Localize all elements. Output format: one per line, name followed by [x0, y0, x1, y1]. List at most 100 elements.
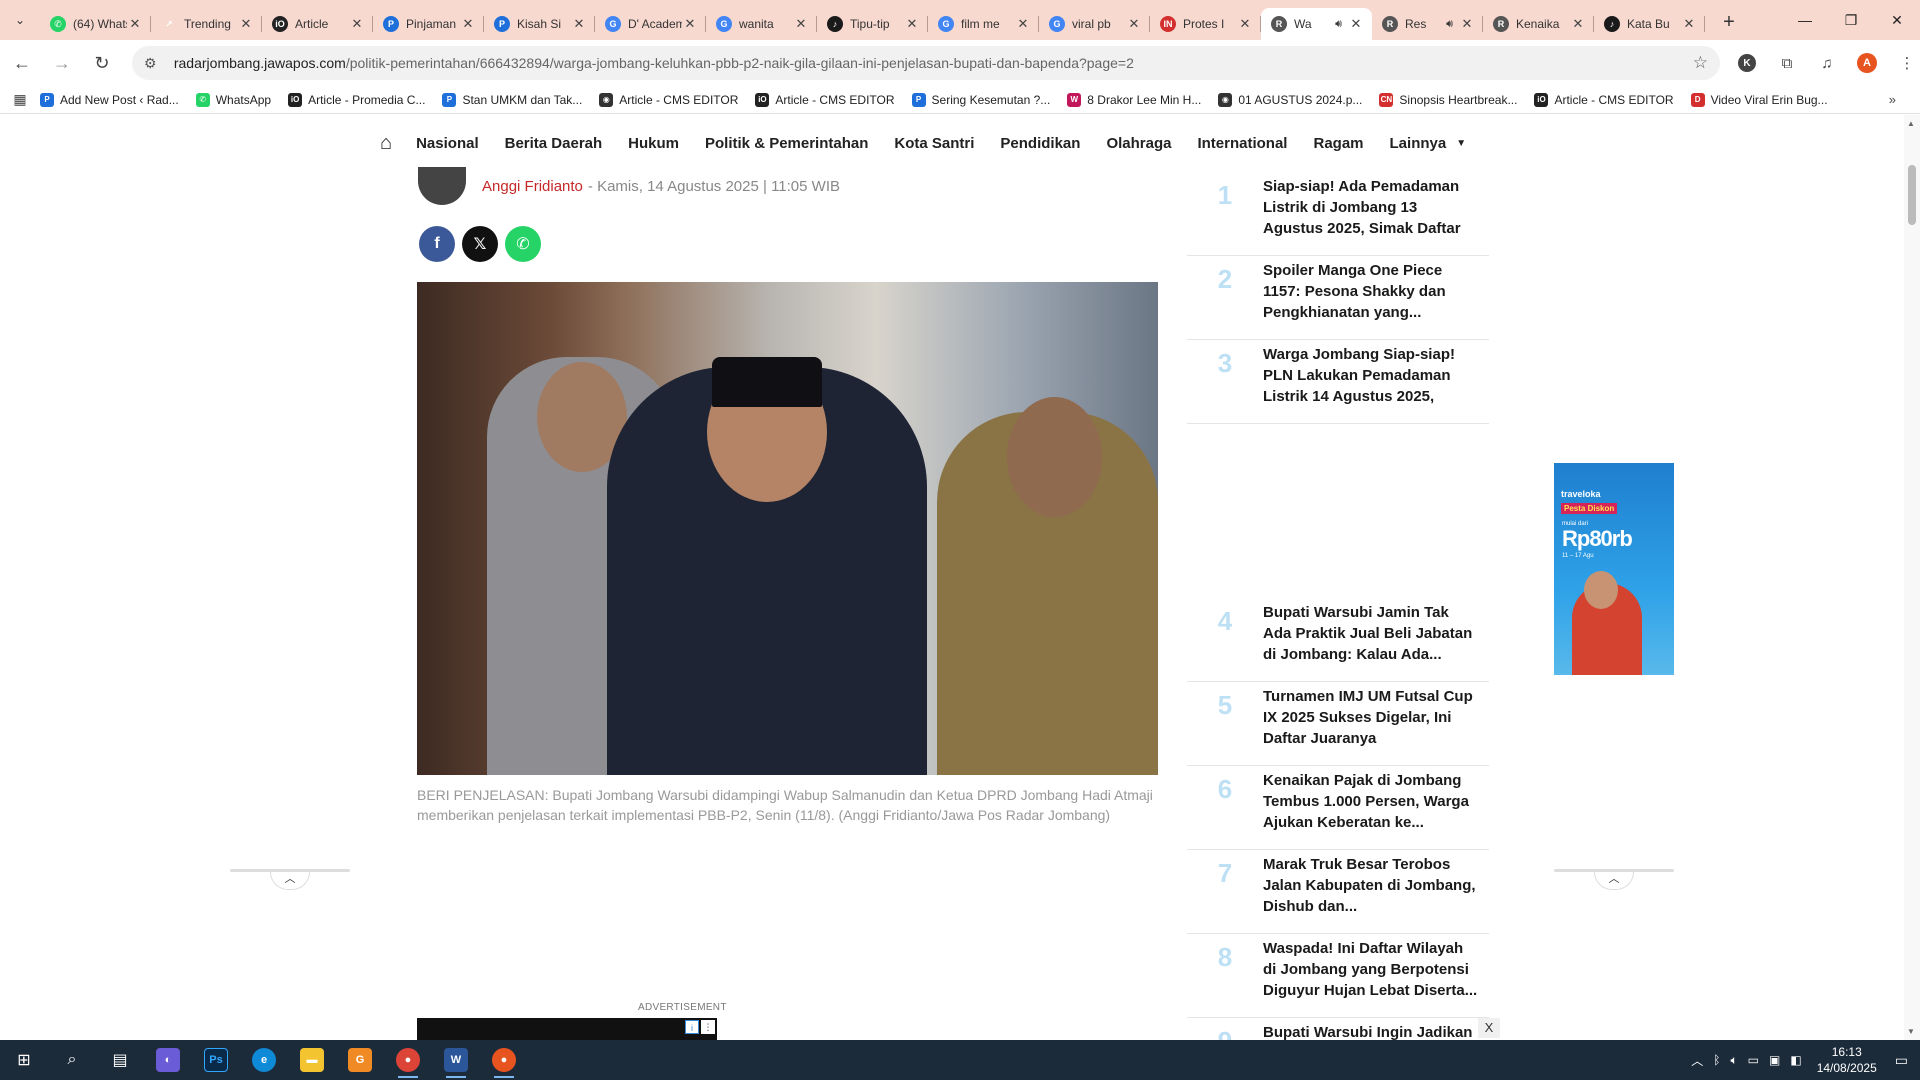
nav-item[interactable]: Ragam [1313, 135, 1363, 152]
close-window-button[interactable]: ✕ [1874, 0, 1920, 40]
meet-icon[interactable]: ◧ [1790, 1053, 1801, 1067]
bookmark-item[interactable]: D Video Viral Erin Bug... [1690, 92, 1828, 107]
popular-title[interactable]: Spoiler Manga One Piece 1157: Pesona Sha… [1263, 260, 1479, 323]
browser-tab[interactable]: R Kenaika ✕ [1483, 8, 1594, 40]
media-control-icon[interactable]: ♫ [1814, 50, 1840, 76]
browser-tab[interactable]: Gwanita ✕ [706, 8, 817, 40]
home-icon[interactable]: ⌂ [380, 132, 392, 155]
bookmark-item[interactable]: iO Article - CMS EDITOR [755, 92, 895, 107]
browser-menu-icon[interactable]: ⋮ [1894, 50, 1920, 76]
popular-item[interactable]: 6 Kenaikan Pajak di Jombang Tembus 1.000 … [1187, 766, 1489, 850]
system-clock[interactable]: 16:13 14/08/2025 [1817, 1044, 1877, 1076]
nav-item[interactable]: Hukum [628, 135, 679, 152]
popular-item[interactable]: 1 Siap-siap! Ada Pemadaman Listrik di Jom… [1187, 172, 1489, 256]
popular-title[interactable]: Waspada! Ini Daftar Wilayah di Jombang y… [1263, 938, 1479, 1001]
bookmark-item[interactable]: CN Sinopsis Heartbreak... [1379, 92, 1517, 107]
back-button[interactable]: ← [4, 45, 40, 81]
advertisement-slot[interactable]: i ⋮ [417, 1018, 717, 1040]
popular-item[interactable]: 5 Turnamen IMJ UM Futsal Cup IX 2025 Suks… [1187, 682, 1489, 766]
tab-close-icon[interactable]: ✕ [349, 16, 365, 32]
scroll-thumb[interactable] [1908, 165, 1916, 225]
display-icon[interactable]: ▣ [1769, 1053, 1780, 1067]
popular-title[interactable]: Turnamen IMJ UM Futsal Cup IX 2025 Sukse… [1263, 686, 1479, 749]
scroll-up-icon[interactable]: ▲ [1907, 119, 1915, 128]
page-scrollbar[interactable]: ▲ ▼ [1904, 115, 1920, 1040]
more-bookmarks-icon[interactable]: » [1889, 92, 1896, 107]
tab-close-icon[interactable]: ✕ [793, 16, 809, 32]
nav-item[interactable]: Politik & Pemerintahan [705, 135, 868, 152]
popular-title[interactable]: Bupati Warsubi Jamin Tak Ada Praktik Jua… [1263, 602, 1479, 665]
tab-close-icon[interactable]: ✕ [1126, 16, 1142, 32]
photoshop-icon[interactable]: Ps [192, 1040, 240, 1080]
nav-item[interactable]: Kota Santri [894, 135, 974, 152]
tab-search-button[interactable]: ⌄ [0, 0, 40, 40]
traveloka-ad[interactable]: traveloka Pesta Diskon mulai dari Rp80rb… [1554, 463, 1674, 675]
popular-item[interactable]: 9Bupati Warsubi Ingin Jadikan [1187, 1018, 1489, 1040]
nav-item[interactable]: Pendidikan [1000, 135, 1080, 152]
facebook-share-icon[interactable]: f [419, 226, 455, 262]
copilot-icon[interactable]: ◐ [144, 1040, 192, 1080]
x-share-icon[interactable]: 𝕏 [462, 226, 498, 262]
bookmark-item[interactable]: W 8 Drakor Lee Min H... [1067, 92, 1201, 107]
browser-tab[interactable]: P Kisah Si ✕ [484, 8, 595, 40]
chrome-profile-icon[interactable]: ● [480, 1040, 528, 1080]
profile-avatar[interactable]: A [1854, 50, 1880, 76]
network-icon[interactable]: ▭ [1748, 1053, 1759, 1067]
author-name[interactable]: Anggi Fridianto [482, 178, 583, 195]
browser-tab[interactable]: Gfilm me ✕ [928, 8, 1039, 40]
apps-grid-icon[interactable]: ▦ [0, 91, 40, 108]
tab-close-icon[interactable]: ✕ [1570, 16, 1586, 32]
volume-icon[interactable]: 🔈︎ [1730, 1053, 1737, 1068]
bookmark-star-icon[interactable]: ☆ [1693, 53, 1708, 73]
tab-close-icon[interactable]: ✕ [1237, 16, 1253, 32]
bookmark-item[interactable]: iO Article - Promedia C... [288, 92, 425, 107]
ad-info-icon[interactable]: i [685, 1020, 699, 1034]
minimize-button[interactable]: — [1782, 0, 1828, 40]
tab-close-icon[interactable]: ✕ [571, 16, 587, 32]
nav-item[interactable]: Lainnya [1390, 135, 1447, 152]
scroll-down-icon[interactable]: ▼ [1907, 1027, 1915, 1036]
tab-close-icon[interactable]: ✕ [904, 16, 920, 32]
word-icon[interactable]: W [432, 1040, 480, 1080]
browser-tab[interactable]: ↗ Trending ✕ [151, 8, 262, 40]
nav-item[interactable]: Olahraga [1106, 135, 1171, 152]
browser-tab[interactable]: R Res 🔊︎ ✕ [1372, 8, 1483, 40]
windows-start-icon[interactable]: ⊞ [0, 1040, 48, 1080]
chevron-down-icon[interactable]: ▼ [1456, 138, 1466, 149]
browser-tab[interactable]: R Wa 🔊︎ ✕ [1261, 8, 1372, 40]
tab-close-icon[interactable]: ✕ [1348, 16, 1364, 32]
browser-tab[interactable]: P Pinjaman ✕ [373, 8, 484, 40]
tab-close-icon[interactable]: ✕ [1015, 16, 1031, 32]
bluetooth-icon[interactable]: ᛒ [1713, 1053, 1720, 1067]
url-text[interactable]: radarjombang.jawapos.com/politik-pemerin… [174, 55, 1693, 71]
browser-tab[interactable]: G D' Academy✕ [595, 8, 706, 40]
restore-button[interactable]: ❐ [1828, 0, 1874, 40]
browser-tab[interactable]: ♪ Tipu-tip ✕ [817, 8, 928, 40]
extensions-puzzle-icon[interactable]: ⧉ [1774, 50, 1800, 76]
tab-close-icon[interactable]: ✕ [460, 16, 476, 32]
task-view-icon[interactable]: ▤ [96, 1040, 144, 1080]
file-explorer-icon[interactable]: ▬ [288, 1040, 336, 1080]
nav-item[interactable]: Nasional [416, 135, 479, 152]
close-ad-button[interactable]: X [1478, 1018, 1500, 1038]
author-avatar[interactable] [418, 167, 466, 205]
nav-item[interactable]: International [1197, 135, 1287, 152]
tab-close-icon[interactable]: ✕ [1681, 16, 1697, 32]
popular-title[interactable]: Siap-siap! Ada Pemadaman Listrik di Jomb… [1263, 176, 1479, 239]
tab-close-icon[interactable]: ✕ [682, 16, 698, 32]
nav-item[interactable]: Berita Daerah [505, 135, 603, 152]
browser-tab[interactable]: Gviral pb ✕ [1039, 8, 1150, 40]
left-chevron-up-icon[interactable]: ︿ [270, 872, 310, 890]
tab-audio-icon[interactable]: 🔊︎ [1335, 18, 1342, 31]
popular-item[interactable]: 8 Waspada! Ini Daftar Wilayah di Jombang … [1187, 934, 1489, 1018]
notifications-icon[interactable]: ▭ [1895, 1052, 1908, 1069]
search-icon[interactable]: ⌕ [48, 1040, 96, 1080]
browser-tab[interactable]: ✆ (64) WhatsApp✕ [40, 8, 151, 40]
popular-title[interactable]: Marak Truk Besar Terobos Jalan Kabupaten… [1263, 854, 1479, 917]
site-info-icon[interactable]: ⚙ [144, 55, 164, 72]
chrome-icon[interactable]: ● [384, 1040, 432, 1080]
bookmark-item[interactable]: iO Article - CMS EDITOR [1534, 92, 1674, 107]
right-chevron-up-icon[interactable]: ︿ [1594, 872, 1634, 890]
tab-close-icon[interactable]: ✕ [1459, 16, 1475, 32]
bookmark-item[interactable]: ✆ WhatsApp [195, 92, 271, 107]
